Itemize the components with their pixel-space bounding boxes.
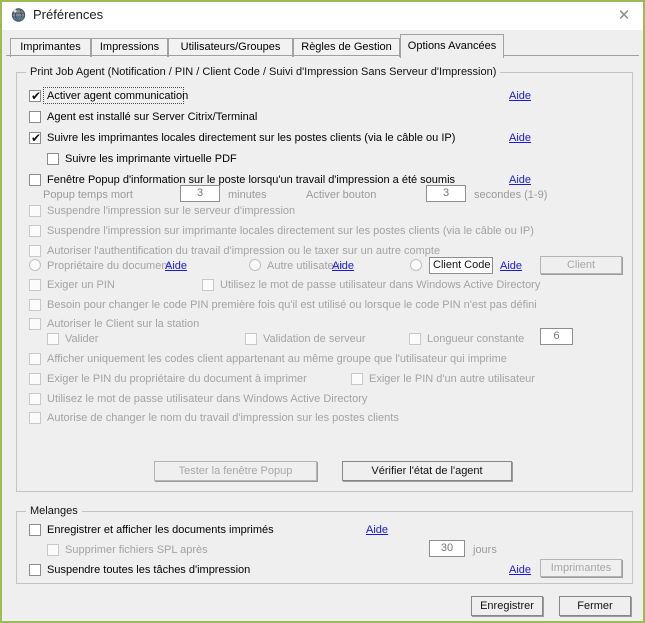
tester-fenetre-popup-button[interactable]: Tester la fenêtre Popup xyxy=(154,461,317,481)
label-fenetre-popup: Fenêtre Popup d'information sur le poste… xyxy=(47,174,456,186)
aide-link-fenetre-popup[interactable]: Aide xyxy=(509,174,531,186)
input-popup-temps-mort[interactable]: 3 xyxy=(180,185,220,202)
label-exiger-pin-proprietaire: Exiger le PIN du propriétaire du documen… xyxy=(47,373,307,385)
label-secondes: secondes (1-9) xyxy=(474,189,548,201)
checkbox-fenetre-popup[interactable] xyxy=(29,174,41,186)
checkbox-suivre-imprimantes-locales[interactable]: ✔ xyxy=(29,132,41,144)
label-supprimer-fichiers-spl: Supprimer fichiers SPL après xyxy=(65,544,208,556)
label-autoriser-authentification: Autoriser l'authentification du travail … xyxy=(47,245,441,257)
label-agent-citrix: Agent est installé sur Server Citrix/Ter… xyxy=(47,111,258,123)
imprimantes-button[interactable]: Imprimantes xyxy=(540,559,622,577)
tab-options-avancees[interactable]: Options Avancées xyxy=(400,34,504,58)
label-minutes: minutes xyxy=(228,189,267,201)
label-popup-temps-mort: Popup temps mort xyxy=(43,189,133,201)
title-bar: Préférences ✕ xyxy=(2,2,643,30)
label-afficher-codes-client: Afficher uniquement les codes client app… xyxy=(47,353,507,365)
label-jours: jours xyxy=(473,544,497,556)
checkbox-suivre-pdf[interactable] xyxy=(47,153,59,165)
window-title: Préférences xyxy=(33,7,104,22)
label-suivre-pdf: Suivre les imprimante virtuelle PDF xyxy=(65,153,237,165)
enregistrer-button[interactable]: Enregistrer xyxy=(471,596,543,616)
checkbox-suspendre-locales[interactable] xyxy=(29,225,41,237)
checkbox-exiger-pin-proprietaire[interactable] xyxy=(29,373,41,385)
input-supprimer-spl-jours[interactable]: 30 xyxy=(429,540,465,557)
checkbox-agent-citrix[interactable] xyxy=(29,111,41,123)
checkbox-utilisez-mdp-ad-2[interactable] xyxy=(29,393,41,405)
label-longueur-constante: Longueur constante xyxy=(427,333,525,345)
label-validation-de-serveur: Validation de serveur xyxy=(263,333,366,345)
print-job-agent-group-title: Print Job Agent (Notification / PIN / Cl… xyxy=(26,66,501,78)
checkbox-exiger-pin-autre-utilisateur[interactable] xyxy=(351,373,363,385)
label-autorise-changer-nom: Autorise de changer le nom du travail d'… xyxy=(47,412,399,424)
aide-link-autre-utilisateur[interactable]: Aide xyxy=(332,260,354,272)
tab-underline xyxy=(6,55,639,56)
checkbox-suspendre-toutes-taches[interactable] xyxy=(29,564,41,576)
fermer-button[interactable]: Fermer xyxy=(559,596,631,616)
checkbox-autorise-changer-nom[interactable] xyxy=(29,412,41,424)
checkbox-utilisez-mdp-ad[interactable] xyxy=(202,279,214,291)
label-utilisez-mdp-ad-2: Utilisez le mot de passe utilisateur dan… xyxy=(47,393,368,405)
aide-link-proprietaire[interactable]: Aide xyxy=(165,260,187,272)
melanges-group-title: Melanges xyxy=(26,505,82,517)
label-activer-agent: Activer agent communication xyxy=(47,90,189,102)
checkbox-autoriser-client-station[interactable] xyxy=(29,318,41,330)
radio-client-code[interactable] xyxy=(410,259,422,271)
label-proprietaire-du-document: Propriétaire du document xyxy=(47,260,171,272)
tab-strip: Imprimantes Impressions Utilisateurs/Gro… xyxy=(6,34,639,58)
checkbox-afficher-codes-client[interactable] xyxy=(29,353,41,365)
preferences-window: Préférences ✕ Imprimantes Impressions Ut… xyxy=(0,0,645,623)
checkbox-valider[interactable] xyxy=(47,333,59,345)
checkbox-enregistrer-afficher-documents[interactable] xyxy=(29,524,41,536)
aide-link-suivre-imprimantes-locales[interactable]: Aide xyxy=(509,132,531,144)
checkbox-besoin-changer-pin[interactable] xyxy=(29,299,41,311)
check-glyph: ✔ xyxy=(31,89,42,103)
radio-autre-utilisateur[interactable] xyxy=(249,259,261,271)
aide-link-activer-agent[interactable]: Aide xyxy=(509,90,531,102)
app-globe-icon xyxy=(10,7,28,25)
label-utilisez-mdp-ad: Utilisez le mot de passe utilisateur dan… xyxy=(220,279,541,291)
close-icon[interactable]: ✕ xyxy=(613,6,635,26)
label-suspendre-serveur: Suspendre l'impression sur le serveur d'… xyxy=(47,205,296,217)
label-suspendre-locales: Suspendre l'impression sur imprimante lo… xyxy=(47,225,534,237)
label-exiger-un-pin: Exiger un PIN xyxy=(47,279,115,291)
check-glyph: ✔ xyxy=(31,131,42,145)
checkbox-suspendre-serveur[interactable] xyxy=(29,205,41,217)
input-activer-bouton[interactable]: 3 xyxy=(426,185,466,202)
checkbox-supprimer-fichiers-spl[interactable] xyxy=(47,544,59,556)
label-enregistrer-afficher-documents: Enregistrer et afficher les documents im… xyxy=(47,524,274,536)
label-valider: Valider xyxy=(65,333,99,345)
aide-link-client-code[interactable]: Aide xyxy=(500,260,522,272)
label-exiger-pin-autre-utilisateur: Exiger le PIN d'un autre utilisateur xyxy=(369,373,535,385)
checkbox-activer-agent[interactable]: ✔ xyxy=(29,90,41,102)
checkbox-validation-de-serveur[interactable] xyxy=(245,333,257,345)
label-suspendre-toutes-taches: Suspendre toutes les tâches d'impression xyxy=(47,564,251,576)
label-suivre-imprimantes-locales: Suivre les imprimantes locales directeme… xyxy=(47,132,456,144)
client-button[interactable]: Client xyxy=(540,256,622,274)
checkbox-autoriser-authentification[interactable] xyxy=(29,245,41,257)
aide-link-suspendre-taches[interactable]: Aide xyxy=(509,564,531,576)
checkbox-exiger-un-pin[interactable] xyxy=(29,279,41,291)
aide-link-enregistrer-documents[interactable]: Aide xyxy=(366,524,388,536)
radio-proprietaire-du-document[interactable] xyxy=(29,259,41,271)
input-client-code[interactable]: Client Code xyxy=(429,257,493,274)
checkbox-longueur-constante[interactable] xyxy=(409,333,421,345)
label-autoriser-client-station: Autoriser le Client sur la station xyxy=(47,318,200,330)
label-besoin-changer-pin: Besoin pour changer le code PIN première… xyxy=(47,299,537,311)
input-longueur-constante[interactable]: 6 xyxy=(540,328,573,345)
verifier-etat-agent-button[interactable]: Vérifier l'état de l'agent xyxy=(342,461,512,481)
label-activer-bouton: Activer bouton xyxy=(306,189,377,201)
